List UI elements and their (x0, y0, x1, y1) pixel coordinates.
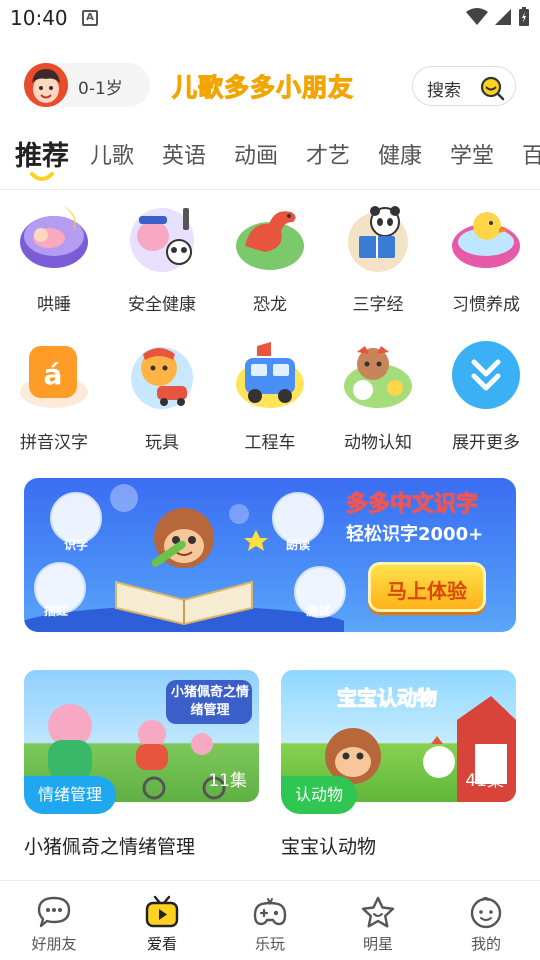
avatar[interactable] (24, 63, 68, 107)
search-box[interactable]: 搜索 (412, 66, 516, 106)
category-tabs: 推荐 儿歌 英语 动画 才艺 健康 学堂 百 (0, 128, 540, 184)
promo-banner[interactable]: 识字 朗读 描红 测试 多多中文识字 轻松识字2000+ 马上体验 (24, 478, 516, 632)
card-tag: 认动物 (281, 776, 358, 814)
tab-health[interactable]: 健康 (378, 138, 422, 170)
animals-icon (344, 346, 412, 408)
duck-bathtub-icon (452, 212, 520, 268)
truck-icon (236, 342, 304, 408)
tab-animation[interactable]: 动画 (234, 138, 278, 170)
battery-icon (519, 7, 529, 26)
age-label: 0-1岁 (78, 79, 123, 99)
category-dinosaur[interactable]: 恐龙 (216, 202, 324, 332)
category-label: 展开更多 (452, 433, 520, 453)
tab-recommend[interactable]: 推荐 (15, 134, 69, 173)
category-label: 动物认知 (344, 433, 412, 453)
system-icons (466, 7, 530, 27)
tab-english[interactable]: 英语 (162, 138, 206, 170)
episode-count: 41集 (465, 771, 504, 791)
search-icon (480, 76, 505, 101)
category-trucks[interactable]: 工程车 (216, 340, 324, 470)
nav-label: 好朋友 (31, 935, 77, 953)
banner-subtitle: 轻松识字2000+ (346, 524, 484, 545)
tab-more[interactable]: 百 (522, 138, 540, 170)
pinyin-a-icon: á (20, 346, 88, 408)
search-label: 搜索 (427, 81, 461, 101)
nav-stars[interactable]: 明星 (324, 891, 432, 960)
notification-icon: A (82, 10, 98, 26)
category-label: 玩具 (145, 433, 179, 453)
thumb-caption: 小猪佩奇之情绪管理 (170, 685, 249, 718)
thumb-caption: 宝宝认动物 (337, 686, 438, 711)
card-tag: 情绪管理 (24, 776, 117, 814)
banner-title: 多多中文识字 (345, 492, 479, 518)
card-title: 小猪佩奇之情绪管理 (24, 836, 196, 858)
status-bar: 10:40 A (0, 0, 540, 36)
category-label: 三字经 (352, 295, 404, 315)
age-selector[interactable]: 0-1岁 (24, 63, 150, 107)
pig-and-panda-police-icon (130, 208, 194, 272)
brand-title: 儿歌多多小朋友 (171, 73, 355, 103)
video-card-animals[interactable]: 宝宝认动物 41集 认动物 宝宝认动物 (281, 670, 516, 860)
try-now-button[interactable]: 马上体验 (368, 562, 486, 612)
status-time: 10:40 (10, 6, 68, 30)
nav-label: 明星 (362, 935, 393, 953)
category-toys[interactable]: 玩具 (108, 340, 216, 470)
tab-school[interactable]: 学堂 (450, 138, 494, 170)
quiz-label: 测试 (306, 604, 331, 618)
category-label: 哄睡 (37, 295, 71, 315)
category-label: 工程车 (244, 433, 296, 453)
baby-face-icon (470, 896, 502, 929)
nav-label: 我的 (470, 935, 501, 953)
wifi-icon (466, 8, 488, 25)
chat-bubble-icon (37, 896, 71, 928)
category-label: 安全健康 (128, 295, 196, 315)
panda-reading-icon (348, 206, 408, 272)
category-label: 恐龙 (253, 295, 287, 315)
tv-icon (145, 895, 179, 928)
category-label: 拼音汉字 (20, 433, 88, 453)
nav-play[interactable]: 乐玩 (216, 891, 324, 960)
bottom-navigation: 好朋友 爱看 乐玩 明星 我的 (0, 880, 540, 960)
tracing-label: 描红 (44, 604, 69, 618)
try-now-label: 马上体验 (387, 579, 467, 603)
category-label: 习惯养成 (452, 295, 520, 315)
nav-label: 乐玩 (254, 935, 285, 953)
literacy-label: 识字 (64, 538, 89, 552)
category-safety-health[interactable]: 安全健康 (108, 202, 216, 332)
category-habits[interactable]: 习惯养成 (432, 202, 540, 332)
category-animals[interactable]: 动物认知 (324, 340, 432, 470)
dinosaur-icon (236, 211, 304, 270)
star-icon (361, 896, 395, 928)
boy-avatar-icon (24, 63, 68, 107)
nav-label: 爱看 (146, 935, 177, 953)
category-pinyin[interactable]: á 拼音汉字 (0, 340, 108, 470)
category-expand-more[interactable]: 展开更多 (432, 340, 540, 470)
read-aloud-label: 朗读 (286, 538, 311, 552)
card-title: 宝宝认动物 (281, 836, 377, 858)
svg-text:á: á (44, 358, 63, 391)
app-header: 0-1岁 儿歌多多小朋友 搜索 (0, 60, 540, 116)
category-lullaby[interactable]: 哄睡 (0, 202, 108, 332)
nav-friends[interactable]: 好朋友 (0, 891, 108, 960)
video-card-peppa[interactable]: 小猪佩奇之情绪管理 11集 情绪管理 小猪佩奇之情绪管理 (24, 670, 259, 860)
episode-count: 11集 (208, 771, 247, 791)
nav-watch[interactable]: 爱看 (108, 891, 216, 960)
tiger-toy-car-icon (131, 347, 193, 409)
category-three-character-classic[interactable]: 三字经 (324, 202, 432, 332)
signal-icon (495, 9, 511, 25)
nav-profile[interactable]: 我的 (432, 891, 540, 960)
tab-active-indicator (30, 172, 54, 181)
tabs-divider (0, 189, 540, 190)
gamepad-icon (253, 898, 287, 926)
tab-songs[interactable]: 儿歌 (90, 138, 134, 170)
tab-talent[interactable]: 才艺 (306, 138, 350, 170)
expand-more-icon (452, 341, 520, 409)
sleeping-baby-moon-icon (20, 206, 88, 268)
